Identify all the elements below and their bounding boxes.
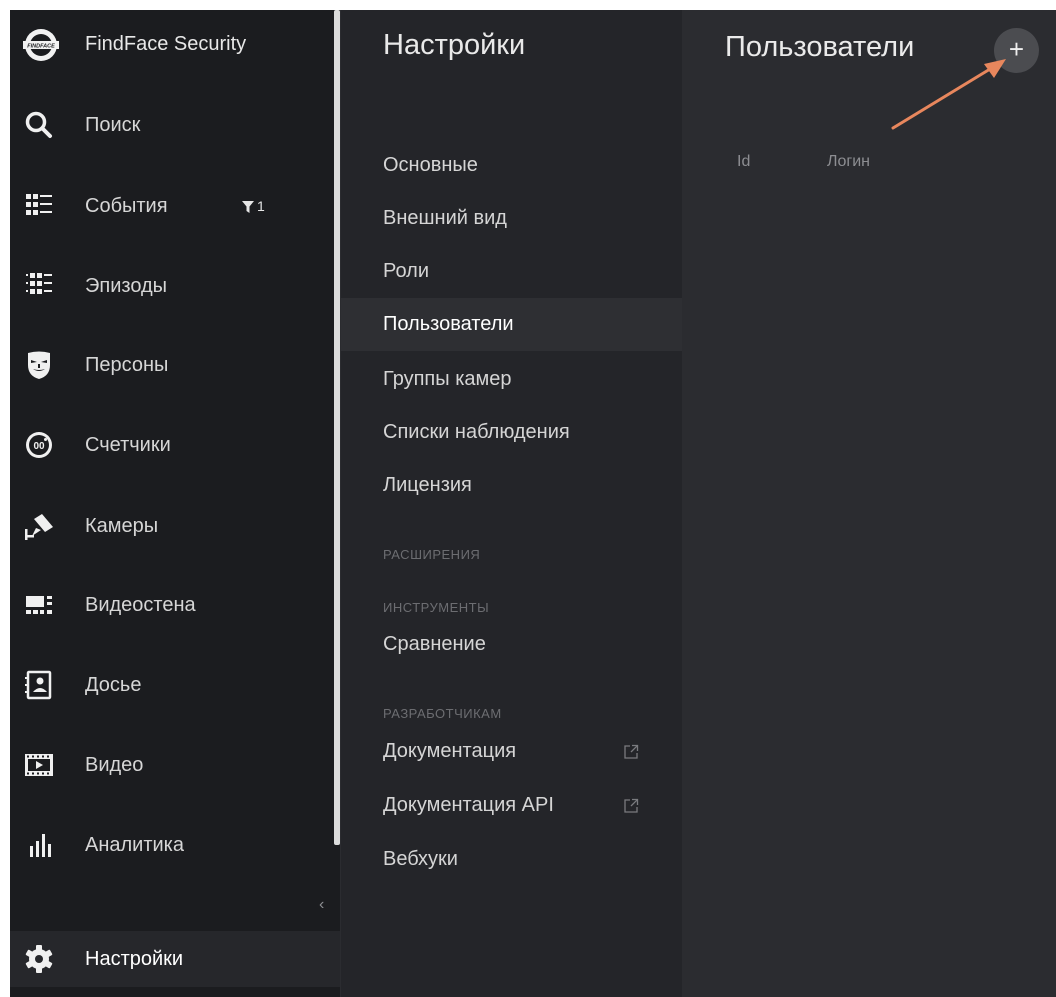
svg-text:00: 00 — [33, 441, 45, 452]
video-icon — [25, 754, 53, 776]
gear-icon — [25, 945, 53, 973]
settings-item-license[interactable]: Лицензия — [341, 459, 682, 512]
settings-item-label: Документация API — [383, 794, 554, 816]
sidebar-item-videowall[interactable]: Видеостена — [10, 570, 330, 640]
sidebar-item-label: Видео — [85, 754, 144, 776]
sidebar-item-settings[interactable]: Настройки — [10, 931, 340, 987]
sidebar-scrollbar[interactable] — [334, 10, 340, 845]
settings-title: Настройки — [383, 29, 526, 61]
svg-text:FINDFACE: FINDFACE — [27, 44, 55, 50]
sidebar-item-persons[interactable]: Персоны — [10, 330, 330, 400]
settings-item-users[interactable]: Пользователи — [341, 298, 682, 351]
settings-item-watch-lists[interactable]: Списки наблюдения — [341, 406, 682, 459]
sidebar-item-label: Камеры — [85, 515, 159, 537]
external-link-icon — [624, 744, 639, 759]
users-panel: Пользователи + Id Логин — [682, 10, 1056, 997]
sidebar-item-counters[interactable]: 00 Счетчики — [10, 410, 330, 480]
analytics-icon — [30, 834, 51, 857]
sidebar-item-analytics[interactable]: Аналитика — [10, 810, 330, 880]
videowall-icon — [26, 596, 52, 614]
sidebar-item-label: Аналитика — [85, 834, 184, 856]
settings-item-label: Сравнение — [383, 633, 486, 655]
settings-item-label: Внешний вид — [383, 207, 507, 229]
filter-count: 1 — [257, 198, 265, 214]
section-header-extensions: РАСШИРЕНИЯ — [383, 547, 481, 562]
counters-icon: 00 — [26, 432, 52, 458]
events-filter-badge[interactable]: 1 — [242, 198, 265, 214]
sidebar-item-label: Настройки — [85, 948, 184, 970]
column-header-login[interactable]: Логин — [827, 153, 870, 171]
column-header-id[interactable]: Id — [737, 153, 750, 171]
persons-icon — [28, 351, 50, 379]
brand[interactable]: FINDFACE FindFace Security — [10, 10, 330, 80]
add-user-button[interactable]: + — [994, 28, 1039, 73]
sidebar-item-events[interactable]: События 1 — [10, 171, 330, 241]
sidebar-item-cameras[interactable]: Камеры — [10, 491, 330, 561]
settings-item-general[interactable]: Основные — [341, 139, 682, 192]
search-icon — [25, 111, 52, 138]
sidebar-item-label: Персоны — [85, 354, 169, 376]
events-icon — [26, 194, 52, 215]
settings-item-documentation[interactable]: Документация — [341, 725, 682, 778]
settings-item-appearance[interactable]: Внешний вид — [341, 192, 682, 245]
settings-item-label: Пользователи — [383, 313, 514, 335]
settings-item-api-documentation[interactable]: Документация API — [341, 779, 682, 832]
sidebar-item-search[interactable]: Поиск — [10, 90, 330, 160]
settings-item-label: Списки наблюдения — [383, 421, 570, 443]
sidebar-item-dossier[interactable]: Досье — [10, 650, 330, 720]
sidebar-item-video[interactable]: Видео — [10, 730, 330, 800]
brand-name: FindFace Security — [85, 33, 247, 55]
sidebar-item-label: Досье — [85, 674, 142, 696]
external-link-icon — [624, 798, 639, 813]
settings-item-label: Роли — [383, 260, 429, 282]
camera-icon — [25, 514, 53, 540]
settings-item-label: Лицензия — [383, 474, 472, 496]
settings-item-label: Группы камер — [383, 368, 512, 390]
filter-icon — [242, 201, 254, 213]
main-sidebar: FINDFACE FindFace Security Поиск События… — [10, 10, 340, 997]
settings-item-roles[interactable]: Роли — [341, 245, 682, 298]
sidebar-item-episodes[interactable]: Эпизоды — [10, 251, 330, 321]
settings-item-label: Вебхуки — [383, 848, 458, 870]
sidebar-collapse-button[interactable]: ‹ — [319, 896, 324, 914]
settings-item-label: Основные — [383, 154, 478, 176]
dossier-icon — [25, 670, 52, 700]
section-header-developers: РАЗРАБОТЧИКАМ — [383, 706, 502, 721]
sidebar-item-label: Эпизоды — [85, 275, 168, 297]
episodes-icon — [26, 273, 52, 294]
settings-menu: Настройки Основные Внешний вид Роли Поль… — [341, 10, 682, 997]
sidebar-item-label: Счетчики — [85, 434, 171, 456]
sidebar-item-label: Видеостена — [85, 594, 196, 616]
app-window: FINDFACE FindFace Security Поиск События… — [10, 10, 1056, 997]
findface-logo-icon: FINDFACE — [23, 29, 59, 61]
settings-item-compare[interactable]: Сравнение — [341, 618, 682, 671]
page-title: Пользователи — [725, 31, 915, 63]
sidebar-item-label: Поиск — [85, 114, 141, 136]
sidebar-item-label: События — [85, 195, 168, 217]
settings-item-camera-groups[interactable]: Группы камер — [341, 353, 682, 406]
settings-item-label: Документация — [383, 740, 517, 762]
section-header-tools: ИНСТРУМЕНТЫ — [383, 600, 490, 615]
settings-item-webhooks[interactable]: Вебхуки — [341, 833, 682, 886]
